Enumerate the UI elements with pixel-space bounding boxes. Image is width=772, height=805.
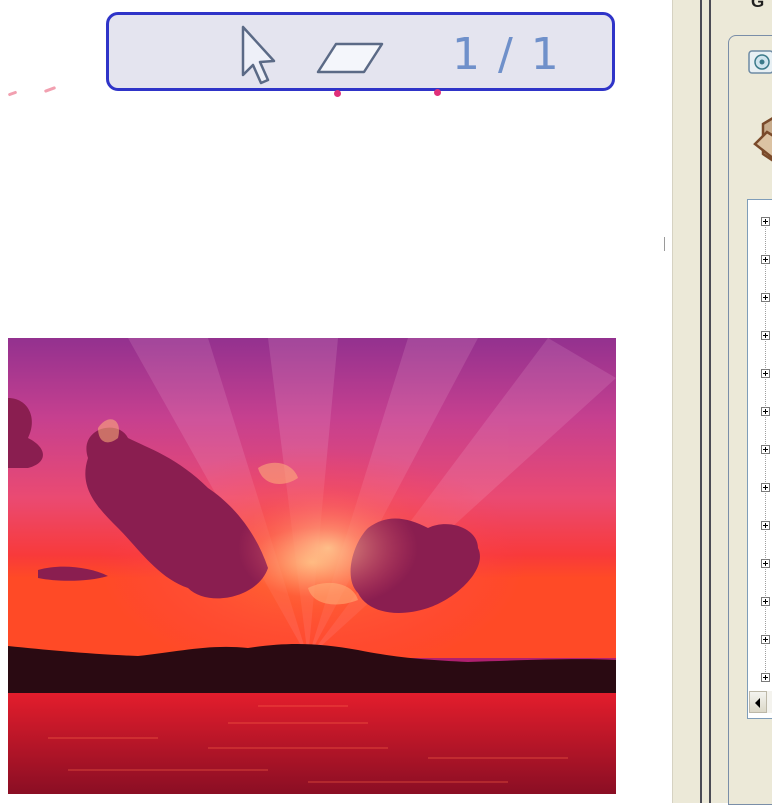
dashed-line-decoration — [43, 86, 57, 93]
cursor-arrow-icon[interactable] — [237, 23, 277, 87]
floating-toolbar: 1 / 1 — [106, 12, 615, 91]
tree-expand-icon[interactable] — [761, 255, 770, 264]
tree-expand-icon[interactable] — [761, 445, 770, 454]
tree-expand-icon[interactable] — [761, 635, 770, 644]
toolbox-icon[interactable] — [753, 104, 772, 186]
tree-expand-icon[interactable] — [761, 217, 770, 226]
parallelogram-icon[interactable] — [316, 41, 384, 75]
tree-expand-icon[interactable] — [761, 559, 770, 568]
gear-icon[interactable] — [747, 48, 772, 76]
sunset-image[interactable] — [8, 338, 616, 794]
tree-expand-icon[interactable] — [761, 407, 770, 416]
selection-handle[interactable] — [434, 89, 441, 96]
tree-expand-icon[interactable] — [761, 331, 770, 340]
splitter[interactable] — [700, 0, 702, 803]
selection-handle[interactable] — [334, 90, 341, 97]
tree-expand-icon[interactable] — [761, 293, 770, 302]
panel-title: G — [751, 0, 765, 11]
tree-expand-icon[interactable] — [761, 673, 770, 682]
tick-mark — [664, 237, 665, 251]
tree-expand-icon[interactable] — [761, 597, 770, 606]
dashed-line-decoration — [7, 90, 18, 97]
page-indicator: 1 / 1 — [452, 29, 561, 80]
tree-expand-icon[interactable] — [761, 521, 770, 530]
horizontal-scrollbar[interactable] — [767, 691, 772, 713]
side-panel: G — [672, 0, 772, 805]
scroll-left-button[interactable] — [749, 691, 767, 713]
tree-expand-icon[interactable] — [761, 369, 770, 378]
tree-expand-icon[interactable] — [761, 483, 770, 492]
splitter[interactable] — [709, 0, 711, 803]
tree-view[interactable] — [747, 199, 772, 719]
drawing-canvas[interactable]: 1 / 1 — [0, 0, 665, 803]
